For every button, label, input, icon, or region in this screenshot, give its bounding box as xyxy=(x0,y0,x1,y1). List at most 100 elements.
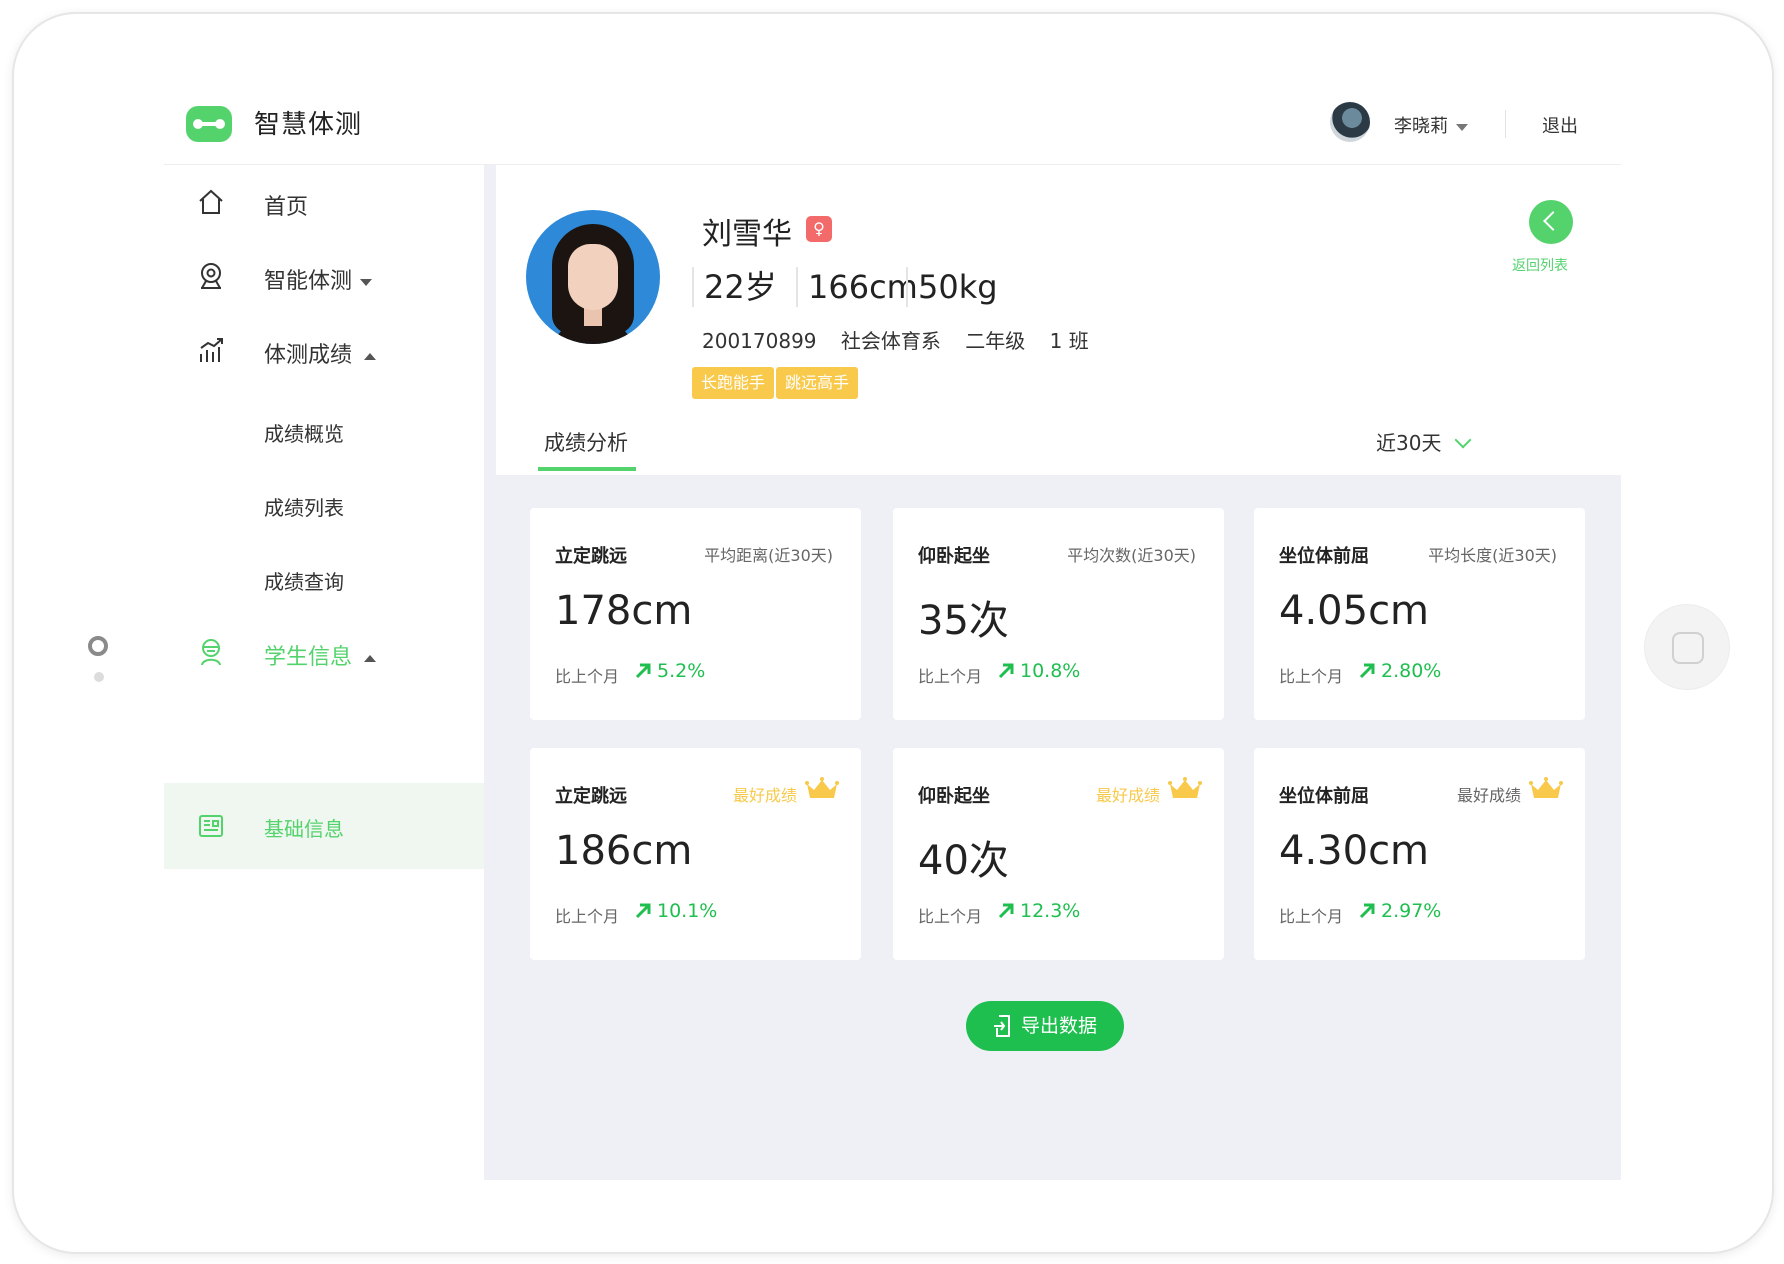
sidebar-item-basic-info[interactable]: 基础信息 xyxy=(164,783,484,869)
trend-up-icon xyxy=(998,903,1014,919)
card-title: 坐位体前屈 xyxy=(1279,786,1369,807)
header-divider xyxy=(1505,110,1506,138)
best-card: 立定跳远 最好成绩 186cm 比上个月 10.1% xyxy=(530,748,861,960)
user-avatar[interactable] xyxy=(1330,102,1370,142)
card-trend: 5.2% xyxy=(635,660,705,682)
card-trend: 12.3% xyxy=(998,900,1080,922)
sidebar-item-label: 体测成绩 xyxy=(264,337,377,369)
caret-down-icon xyxy=(360,278,373,286)
stat-card: 立定跳远 平均距离(近30天) 178cm 比上个月 5.2% xyxy=(530,508,861,720)
crown-icon xyxy=(1529,777,1563,798)
range-dropdown[interactable]: 近30天 xyxy=(1376,427,1472,456)
top-header: 智慧体测 李晓莉 退出 xyxy=(164,90,1621,165)
caret-up-icon xyxy=(364,352,377,360)
card-value: 40次 xyxy=(918,838,1009,884)
card-trend: 2.97% xyxy=(1359,900,1441,922)
back-button[interactable] xyxy=(1529,200,1573,244)
tag-badge: 长跑能手 xyxy=(692,367,775,399)
student-department: 社会体育系 xyxy=(840,329,941,353)
card-compare-label: 比上个月 xyxy=(1279,907,1344,926)
sidebar-item-smart-test[interactable]: 智能体测 xyxy=(164,239,484,319)
best-card: 仰卧起坐 最好成绩 40次 比上个月 12.3% xyxy=(893,748,1224,960)
trend-up-icon xyxy=(998,663,1014,679)
camera-dot xyxy=(88,636,108,656)
card-trend: 10.8% xyxy=(998,660,1080,682)
card-title: 立定跳远 xyxy=(555,786,627,807)
stat-card: 坐位体前屈 平均长度(近30天) 4.05cm 比上个月 2.80% xyxy=(1254,508,1585,720)
student-icon xyxy=(201,639,221,666)
card-value: 35次 xyxy=(918,598,1009,644)
main-content: 刘雪华 ♀ 22岁 166cm 50kg 200170899 社会体育系 二年级… xyxy=(484,165,1621,1180)
app-logo-icon xyxy=(186,106,232,142)
export-icon xyxy=(993,1015,1010,1037)
student-grade: 二年级 xyxy=(965,329,1026,353)
stat-card: 仰卧起坐 平均次数(近30天) 35次 比上个月 10.8% xyxy=(893,508,1224,720)
home-icon xyxy=(199,189,223,214)
card-subtitle: 平均次数(近30天) xyxy=(1067,546,1196,565)
student-id: 200170899 xyxy=(702,329,817,353)
card-compare-label: 比上个月 xyxy=(1279,667,1344,686)
best-card: 坐位体前屈 最好成绩 4.30cm 比上个月 2.97% xyxy=(1254,748,1585,960)
student-height: 166cm xyxy=(796,267,918,307)
trend-up-icon xyxy=(635,903,651,919)
student-meta: 200170899 社会体育系 二年级 1 班 xyxy=(702,325,1107,354)
trend-up-icon xyxy=(1359,903,1375,919)
card-compare-label: 比上个月 xyxy=(918,667,983,686)
tab-active-indicator xyxy=(538,467,636,471)
best-label: 最好成绩 xyxy=(732,786,797,805)
card-value: 4.05cm xyxy=(1279,588,1430,634)
profile-panel: 刘雪华 ♀ 22岁 166cm 50kg 200170899 社会体育系 二年级… xyxy=(496,165,1621,475)
sensor-dot xyxy=(94,672,104,682)
sidebar-item-scores[interactable]: 体测成绩 xyxy=(164,313,484,393)
student-class: 1 班 xyxy=(1049,329,1089,353)
sidebar: 首页 智能体测 体测成绩 成绩概览 成绩列表 成绩查询 学生信息 基础信息 xyxy=(164,165,484,1180)
sidebar-item-label: 首页 xyxy=(264,195,309,220)
home-button[interactable] xyxy=(1644,604,1730,690)
tab-analysis[interactable]: 成绩分析 xyxy=(544,427,628,457)
trend-up-icon xyxy=(1359,663,1375,679)
student-weight: 50kg xyxy=(906,267,998,307)
card-title: 仰卧起坐 xyxy=(918,546,990,567)
female-gender-icon: ♀ xyxy=(806,216,832,242)
sidebar-subitem-overview[interactable]: 成绩概览 xyxy=(264,418,344,447)
chevron-down-icon xyxy=(1454,431,1472,449)
card-title: 坐位体前屈 xyxy=(1279,546,1369,567)
card-trend: 10.1% xyxy=(635,900,717,922)
sidebar-subitem-query[interactable]: 成绩查询 xyxy=(264,566,344,595)
chart-icon xyxy=(200,338,223,362)
document-icon xyxy=(199,815,223,837)
student-name: 刘雪华 xyxy=(702,217,792,252)
user-name: 李晓莉 xyxy=(1394,116,1448,137)
app-title: 智慧体测 xyxy=(254,110,363,140)
export-data-button[interactable]: 导出数据 xyxy=(966,1001,1124,1051)
trend-up-icon xyxy=(635,663,651,679)
student-avatar xyxy=(526,210,660,344)
sidebar-subitem-list[interactable]: 成绩列表 xyxy=(264,492,344,521)
sidebar-item-label: 智能体测 xyxy=(264,263,373,295)
card-subtitle: 平均距离(近30天) xyxy=(704,546,833,565)
sidebar-item-label: 基础信息 xyxy=(264,817,344,841)
card-title: 立定跳远 xyxy=(555,546,627,567)
crown-icon xyxy=(1168,777,1202,798)
back-label[interactable]: 返回列表 xyxy=(1512,255,1568,275)
tag-badge: 跳远高手 xyxy=(776,367,859,399)
card-compare-label: 比上个月 xyxy=(918,907,983,926)
home-button-icon xyxy=(1672,632,1704,664)
sidebar-item-student-info[interactable]: 学生信息 xyxy=(164,615,484,695)
caret-up-icon xyxy=(364,654,377,662)
card-compare-label: 比上个月 xyxy=(555,667,620,686)
best-label: 最好成绩 xyxy=(1456,786,1521,805)
range-label: 近30天 xyxy=(1376,431,1442,455)
camera-icon xyxy=(201,263,221,289)
card-subtitle: 平均长度(近30天) xyxy=(1428,546,1557,565)
card-value: 186cm xyxy=(555,828,693,874)
logout-button[interactable]: 退出 xyxy=(1542,112,1578,138)
card-trend: 2.80% xyxy=(1359,660,1441,682)
chevron-left-icon xyxy=(1543,211,1563,231)
card-compare-label: 比上个月 xyxy=(555,907,620,926)
student-age: 22岁 xyxy=(692,267,777,307)
caret-down-icon xyxy=(1456,123,1468,131)
sidebar-item-home[interactable]: 首页 xyxy=(164,165,484,245)
user-menu[interactable]: 李晓莉 xyxy=(1394,112,1468,138)
sidebar-item-label: 学生信息 xyxy=(264,639,377,671)
